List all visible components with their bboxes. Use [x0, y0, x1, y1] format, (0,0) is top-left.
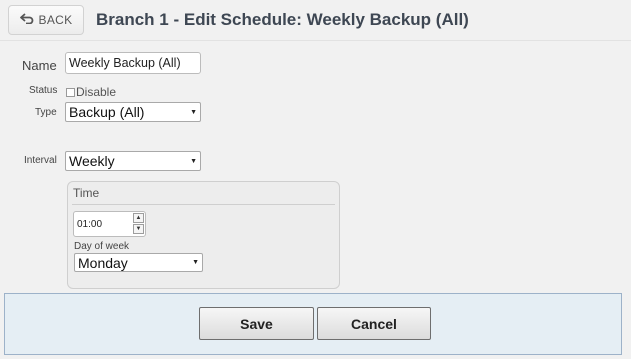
interval-select-value: Weekly: [69, 153, 115, 169]
header-bar: BACK Branch 1 - Edit Schedule: Weekly Ba…: [0, 0, 631, 41]
day-of-week-label: Day of week: [74, 241, 130, 252]
back-arrow-icon: [19, 13, 39, 27]
interval-select[interactable]: Weekly ▼: [65, 151, 201, 171]
schedule-form: Name Status Disable Type Backup (All) ▼ …: [0, 41, 631, 293]
cancel-button[interactable]: Cancel: [317, 307, 431, 340]
name-input[interactable]: [65, 52, 201, 74]
name-label: Name: [22, 58, 57, 73]
time-value: 01:00: [77, 219, 103, 230]
spin-up-icon[interactable]: ▲: [133, 213, 144, 223]
time-legend: Time: [73, 186, 100, 200]
disable-checkbox-group[interactable]: Disable: [66, 85, 116, 99]
interval-label: Interval: [24, 155, 57, 166]
disable-label: Disable: [76, 85, 117, 99]
chevron-down-icon: ▼: [190, 157, 197, 165]
day-of-week-value: Monday: [78, 254, 128, 271]
spin-down-icon[interactable]: ▼: [133, 224, 144, 234]
time-fieldset: Time 01:00 ▲ ▼ Day of week Monday ▼: [67, 181, 340, 289]
type-select-value: Backup (All): [69, 104, 145, 120]
divider: [72, 204, 335, 205]
footer-bar: Save Cancel: [4, 293, 622, 355]
type-select[interactable]: Backup (All) ▼: [65, 102, 201, 122]
time-input[interactable]: 01:00 ▲ ▼: [73, 211, 146, 237]
disable-checkbox[interactable]: [66, 87, 75, 97]
back-button[interactable]: BACK: [8, 5, 84, 35]
status-label: Status: [29, 85, 58, 96]
type-label: Type: [35, 107, 57, 118]
save-button[interactable]: Save: [199, 307, 314, 340]
chevron-down-icon: ▼: [190, 108, 197, 116]
page-title: Branch 1 - Edit Schedule: Weekly Backup …: [96, 10, 469, 29]
chevron-down-icon: ▼: [192, 259, 199, 266]
day-of-week-select[interactable]: Monday ▼: [74, 253, 203, 272]
back-button-label: BACK: [38, 13, 73, 27]
